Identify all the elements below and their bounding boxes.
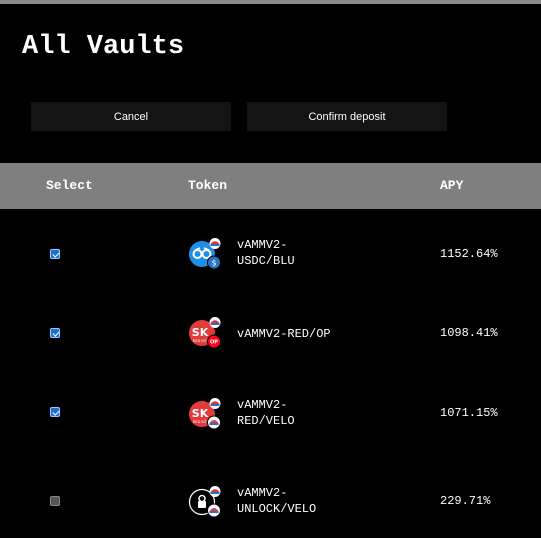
table-header: Select Token APY [0,163,541,209]
svg-text:RED KITE: RED KITE [193,420,209,424]
apy-value: 1098.41% [440,326,498,340]
token-name: vAMMV2- UNLOCK/VELO [237,486,317,516]
svg-text:SK: SK [192,326,209,339]
svg-text:OP: OP [210,340,218,346]
apy-value: 1071.15% [440,406,498,420]
header-apy: APY [440,178,464,193]
row-checkbox[interactable] [50,496,60,506]
table-row[interactable]: $ vAMMV2- USDC/BLU 1152.64% [0,236,541,272]
header-token: Token [188,178,228,193]
confirm-deposit-button[interactable]: Confirm deposit [247,102,447,131]
page-title: All Vaults [22,32,185,62]
token-name: vAMMV2- RED/VELO [237,398,295,428]
token-name: vAMMV2- USDC/BLU [237,238,295,268]
apy-value: 1152.64% [440,247,498,261]
svg-text:SK: SK [192,407,209,420]
svg-text:$: $ [211,259,216,268]
top-bar [0,0,541,4]
table-row[interactable]: SK RED KITE OP vAMMV2-RED/OP 1098.41% [0,316,541,352]
token-name: vAMMV2-RED/OP [237,327,331,341]
header-select: Select [46,178,93,193]
svg-text:RED KITE: RED KITE [193,339,209,343]
apy-value: 229.71% [440,494,491,508]
unlock-velo-pair-icon [188,486,221,518]
table-row[interactable]: SK RED KITE vAMMV2- RED/VELO 1071.15% [0,396,541,432]
red-velo-pair-icon: SK RED KITE [189,398,221,430]
table-row[interactable]: vAMMV2- UNLOCK/VELO 229.71% [0,484,541,520]
cancel-button[interactable]: Cancel [31,102,231,131]
row-checkbox[interactable] [50,407,60,417]
row-checkbox[interactable] [50,249,60,259]
red-op-pair-icon: SK RED KITE OP [189,317,221,349]
row-checkbox[interactable] [50,328,60,338]
usdc-blu-pair-icon: $ [189,238,221,270]
